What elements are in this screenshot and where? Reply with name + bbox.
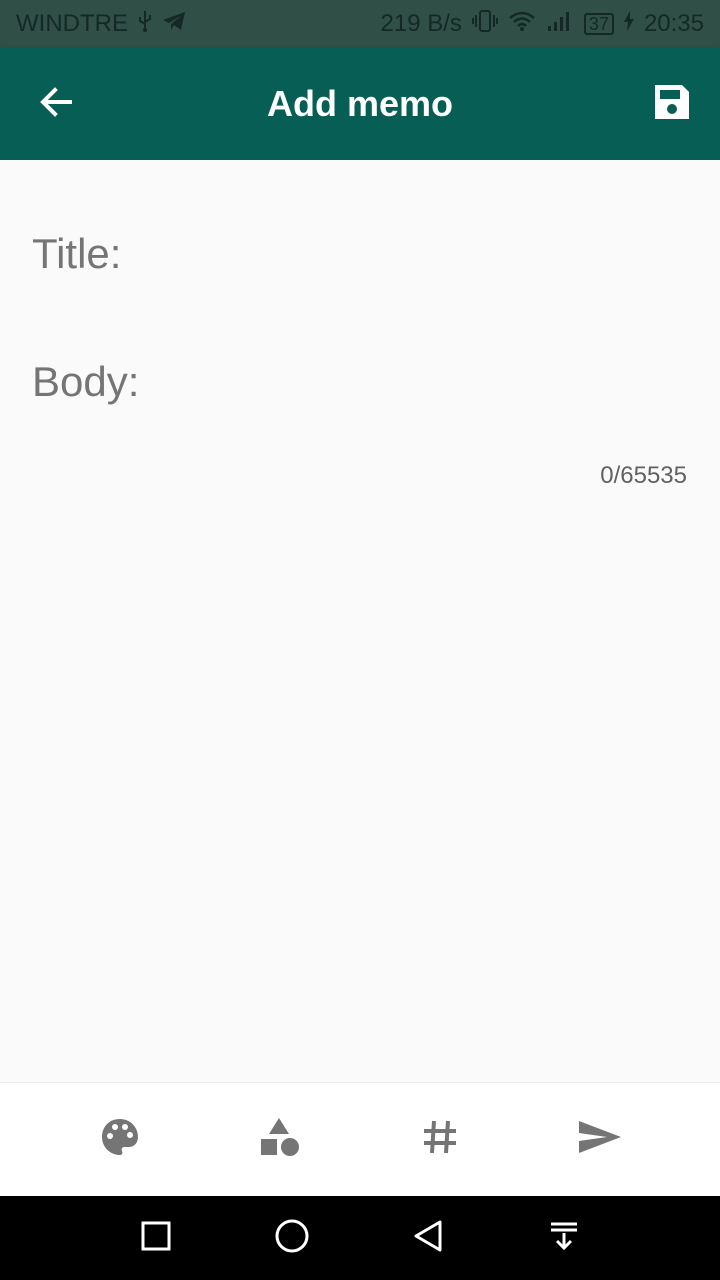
palette-icon xyxy=(100,1117,140,1162)
network-speed: 219 B/s xyxy=(380,10,462,37)
app-bar: Add memo xyxy=(0,48,720,160)
arrow-back-icon xyxy=(36,82,76,127)
save-button[interactable] xyxy=(644,76,700,132)
telegram-icon xyxy=(162,10,186,39)
carrier-name: WINDTRE xyxy=(16,10,128,37)
color-button[interactable] xyxy=(90,1110,150,1170)
vibrate-icon xyxy=(471,9,498,40)
page-title: Add memo xyxy=(266,83,453,124)
shapes-icon xyxy=(259,1116,301,1163)
hashtag-icon xyxy=(421,1118,459,1161)
body-input[interactable] xyxy=(32,354,688,410)
send-icon xyxy=(577,1117,623,1162)
back-button[interactable] xyxy=(28,76,84,132)
home-button[interactable] xyxy=(268,1214,316,1262)
memo-editor: 0/65535 xyxy=(0,160,720,1082)
recents-icon xyxy=(140,1220,172,1257)
notifications-button[interactable] xyxy=(540,1214,588,1262)
charging-icon xyxy=(623,10,634,38)
system-back-button[interactable] xyxy=(404,1214,452,1262)
save-icon xyxy=(652,82,692,127)
battery-indicator: 37 xyxy=(583,13,614,35)
clock: 20:35 xyxy=(643,10,704,37)
recents-button[interactable] xyxy=(132,1214,180,1262)
usb-icon xyxy=(136,10,154,39)
back-icon xyxy=(412,1219,444,1258)
home-icon xyxy=(274,1218,310,1259)
system-nav-bar xyxy=(0,1196,720,1280)
tag-button[interactable] xyxy=(410,1110,470,1170)
status-left: WINDTRE xyxy=(16,10,186,39)
send-button[interactable] xyxy=(570,1110,630,1170)
signal-icon xyxy=(546,10,574,39)
bottom-toolbar xyxy=(0,1082,720,1196)
status-right: 219 B/s 37 20:35 xyxy=(381,9,704,40)
notifications-pull-icon xyxy=(548,1220,580,1257)
status-bar: WINDTRE 219 B/s 37 20:35 xyxy=(0,0,720,48)
category-button[interactable] xyxy=(250,1110,310,1170)
title-input[interactable] xyxy=(32,226,688,282)
wifi-icon xyxy=(508,10,536,39)
character-counter: 0/65535 xyxy=(600,462,687,489)
